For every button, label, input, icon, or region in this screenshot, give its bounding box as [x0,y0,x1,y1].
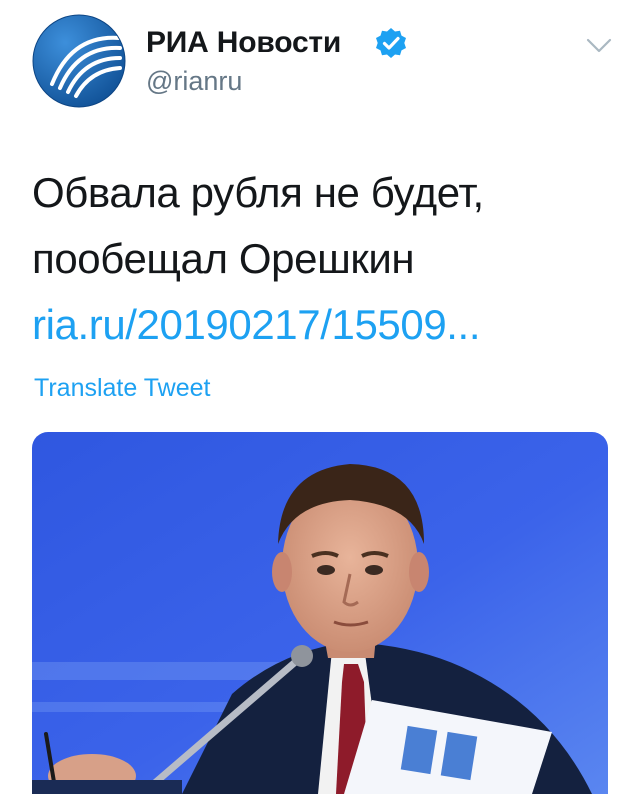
tweet-link[interactable]: ria.ru/20190217/15509... [32,292,480,358]
tweet-header: РИА Новости @rianru [0,0,640,120]
chevron-down-icon[interactable] [586,38,612,54]
display-name[interactable]: РИА Новости [146,26,341,60]
translate-tweet-link[interactable]: Translate Tweet [34,374,210,403]
tweet-text-line: Обвала рубля не будет, [32,169,484,216]
avatar[interactable] [32,14,126,108]
verified-badge-icon [376,28,406,58]
bottom-divider [0,794,640,808]
ria-logo-icon [32,14,126,108]
tweet-text-line: пообещал Орешкин [32,235,415,282]
tweet-text: Обвала рубля не будет, пообещал Орешкин [32,160,612,292]
photo-image [32,432,608,794]
account-handle[interactable]: @rianru [146,66,242,97]
tweet-media-photo[interactable] [32,432,608,794]
